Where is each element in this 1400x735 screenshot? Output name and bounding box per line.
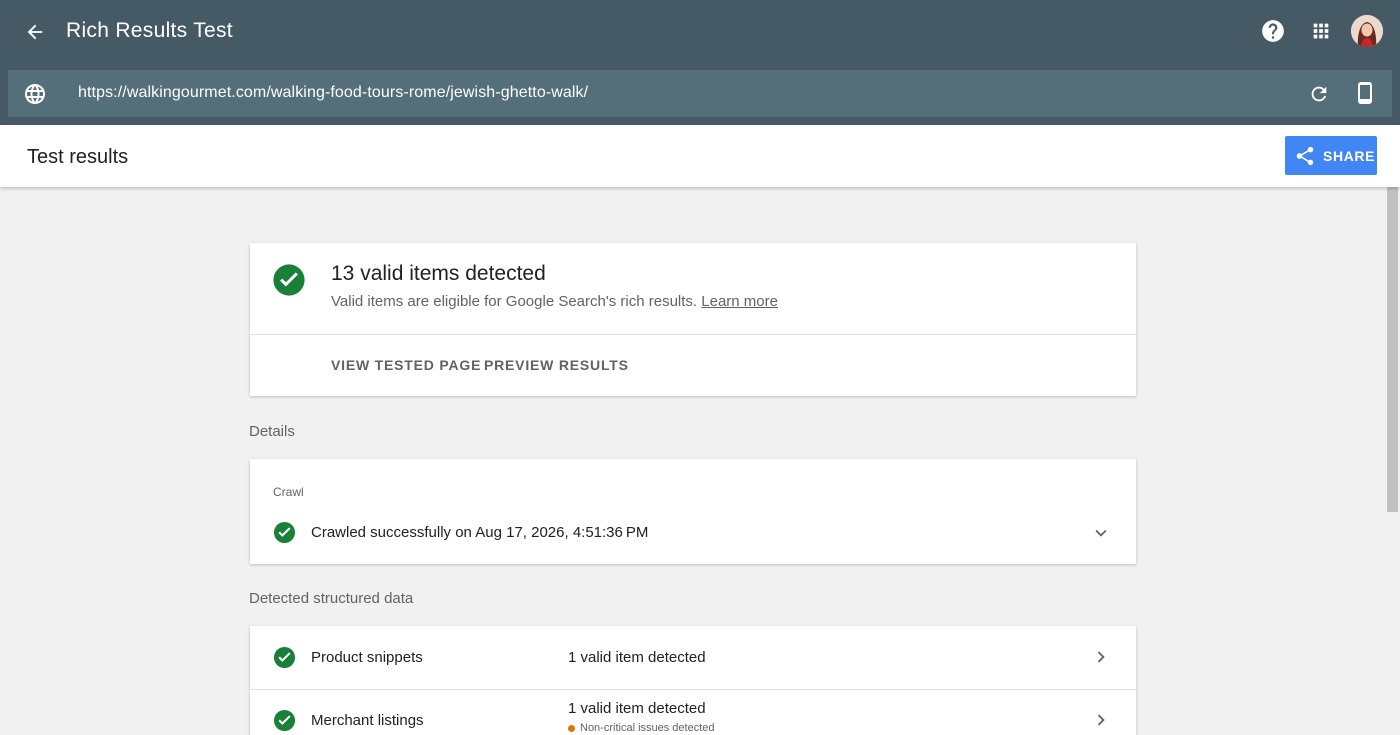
check-circle-icon [273, 709, 296, 732]
app-header: Rich Results Test https://walkingourmet.… [0, 0, 1400, 125]
arrow-back-icon [27, 24, 43, 40]
crawl-label: Crawl [273, 485, 304, 499]
share-icon [1296, 146, 1314, 165]
help-icon [1262, 20, 1284, 42]
url-bar: https://walkingourmet.com/walking-food-t… [8, 70, 1392, 117]
check-circle-icon [273, 646, 296, 669]
app-title: Rich Results Test [66, 19, 233, 42]
summary-subtitle: Valid items are eligible for Google Sear… [331, 293, 778, 310]
learn-more-link[interactable]: Learn more [701, 293, 778, 310]
summary-card: 13 valid items detected Valid items are … [250, 243, 1136, 396]
back-button[interactable] [20, 18, 50, 46]
warning-text: Non-critical issues detected [580, 722, 715, 734]
refresh-button[interactable] [1305, 80, 1333, 108]
avatar[interactable] [1351, 15, 1383, 47]
check-circle-icon [273, 264, 305, 296]
structured-data-row-merchant-listings[interactable]: Merchant listings 1 valid item detected … [250, 689, 1136, 735]
warning-note: Non-critical issues detected [568, 722, 715, 734]
summary-subtitle-text: Valid items are eligible for Google Sear… [331, 293, 698, 310]
crawl-status: Crawled successfully on Aug 17, 2026, 4:… [311, 524, 649, 541]
smartphone-icon [1358, 82, 1372, 104]
device-toggle-button[interactable] [1351, 79, 1379, 107]
url-input[interactable]: https://walkingourmet.com/walking-food-t… [78, 84, 588, 102]
structured-data-status: 1 valid item detected [568, 649, 706, 666]
globe-icon [25, 84, 45, 104]
structured-data-name: Product snippets [311, 649, 423, 666]
share-button[interactable]: SHARE [1285, 136, 1377, 175]
check-circle-icon [273, 521, 296, 544]
chevron-right-icon [1097, 714, 1105, 726]
results-header: Test results SHARE [0, 125, 1400, 187]
crawl-card[interactable]: Crawl Crawled successfully on Aug 17, 20… [250, 459, 1136, 564]
view-tested-page-button[interactable]: VIEW TESTED PAGE [331, 357, 481, 373]
apps-button[interactable] [1307, 17, 1335, 45]
structured-data-card: Product snippets 1 valid item detected M… [250, 626, 1136, 735]
preview-results-button[interactable]: PREVIEW RESULTS [484, 357, 629, 373]
share-label: SHARE [1323, 147, 1376, 164]
warning-dot-icon [568, 724, 575, 732]
structured-data-heading: Detected structured data [249, 590, 414, 607]
apps-grid-icon [1313, 23, 1329, 39]
chevron-down-icon[interactable] [1090, 522, 1112, 544]
summary-title: 13 valid items detected [331, 262, 546, 285]
chevron-right-icon [1097, 651, 1105, 663]
help-button[interactable] [1259, 17, 1287, 45]
page-title: Test results [27, 146, 129, 168]
refresh-icon [1311, 86, 1327, 102]
details-heading: Details [249, 423, 295, 440]
user-avatar-icon [1351, 15, 1383, 47]
structured-data-status: 1 valid item detected [568, 700, 706, 717]
structured-data-row-product-snippets[interactable]: Product snippets 1 valid item detected [250, 626, 1136, 689]
structured-data-name: Merchant listings [311, 712, 424, 729]
scrollbar-thumb[interactable] [1387, 187, 1398, 512]
divider [250, 334, 1136, 335]
